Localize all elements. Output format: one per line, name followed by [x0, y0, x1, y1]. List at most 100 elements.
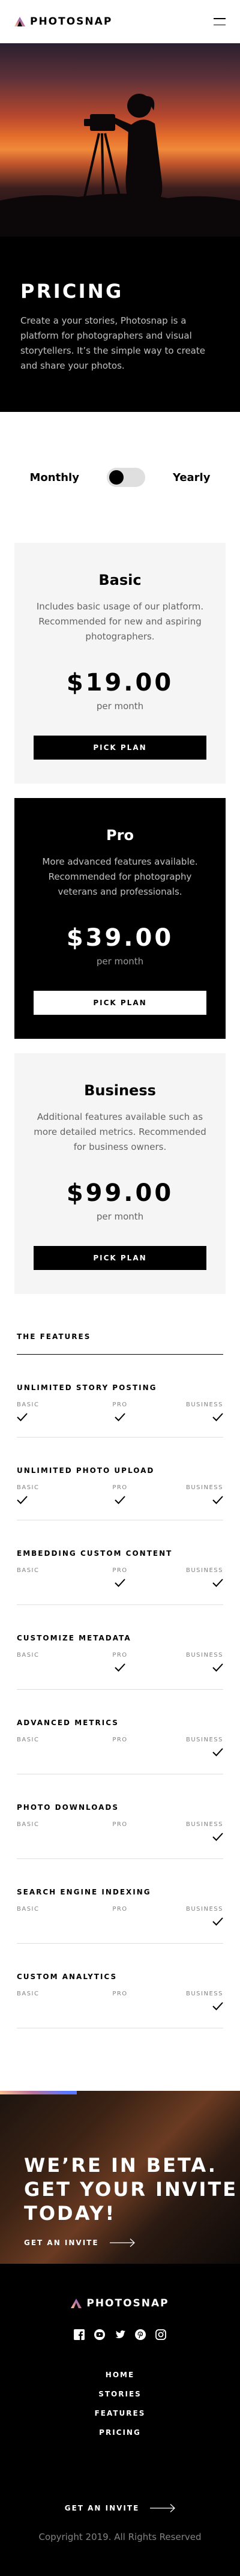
feature-col-pro: PRO	[86, 1991, 155, 2015]
menu-icon[interactable]	[214, 18, 226, 25]
copyright-text: Copyright 2019. All Rights Reserved	[38, 2532, 202, 2542]
feature-col-pro: PRO	[86, 1652, 155, 1676]
plan-column-label: PRO	[112, 1821, 128, 1828]
plan-column-label: BASIC	[17, 1484, 40, 1491]
feature-col-basic: BASIC	[17, 1737, 86, 1761]
footer-nav: HOME STORIES FEATURES PRICING	[0, 2371, 240, 2437]
plan-period: per month	[96, 956, 144, 967]
logo-text: PHOTOSNAP	[30, 16, 113, 28]
footer-get-invite-link[interactable]: GET AN INVITE	[0, 2504, 240, 2512]
feature-row: UNLIMITED STORY POSTING BASIC PRO BUSINESS	[17, 1355, 223, 1438]
check-icon	[212, 1663, 223, 1673]
facebook-icon[interactable]	[73, 2329, 85, 2341]
feature-col-pro: PRO	[86, 1567, 155, 1591]
hero-description: Create a your stories, Photosnap is a pl…	[20, 315, 205, 371]
check-icon	[17, 1412, 28, 1423]
beta-title-line: GET YOUR INVITE	[24, 2178, 238, 2201]
plan-column-label: BUSINESS	[186, 1821, 223, 1828]
monthly-label[interactable]: Monthly	[30, 471, 79, 484]
feature-col-business: BUSINESS	[154, 1567, 223, 1591]
pinterest-icon[interactable]	[134, 2329, 146, 2341]
plan-column-label: BASIC	[17, 1991, 40, 1997]
hero-text: PRICING Create a your stories, Photosnap…	[0, 237, 240, 412]
arrow-right-icon	[150, 2504, 176, 2512]
feature-col-basic: BASIC	[17, 1652, 86, 1676]
plan-price: $39.00	[66, 924, 174, 952]
check-icon	[212, 1412, 223, 1423]
check-icon	[115, 1578, 125, 1589]
page-title: PRICING	[20, 280, 124, 303]
plan-column-label: PRO	[112, 1567, 128, 1574]
feature-col-basic: BASIC	[17, 1401, 86, 1424]
check-icon	[212, 1832, 223, 1843]
plan-column-label: BUSINESS	[186, 1737, 223, 1743]
footer-get-invite-label: GET AN INVITE	[64, 2504, 140, 2512]
plan-column-label: PRO	[112, 1991, 128, 1997]
beta-title: WE’RE IN BETA. GET YOUR INVITE TODAY!	[24, 2153, 238, 2225]
logo-mark-icon	[14, 17, 25, 26]
plan-name: Business	[84, 1082, 156, 1099]
feature-col-pro: PRO	[86, 1737, 155, 1761]
twitter-icon[interactable]	[114, 2329, 126, 2341]
features-table: THE FEATURES UNLIMITED STORY POSTING BASI…	[0, 1308, 240, 2028]
plan-period: per month	[96, 1211, 144, 1222]
plan-column-label: BUSINESS	[186, 1652, 223, 1658]
arrow-right-icon	[109, 2239, 135, 2247]
footer-logo[interactable]: PHOTOSNAP	[0, 2297, 240, 2309]
plan-column-label: BASIC	[17, 1567, 40, 1574]
logo[interactable]: PHOTOSNAP	[14, 16, 112, 28]
social-links	[0, 2329, 240, 2341]
feature-name: UNLIMITED PHOTO UPLOAD	[17, 1466, 155, 1475]
plan-card-basic: Basic Includes basic usage of our platfo…	[14, 543, 226, 784]
beta-title-line: WE’RE IN BETA.	[24, 2154, 217, 2177]
feature-col-business: BUSINESS	[154, 1484, 223, 1507]
beta-banner: WE’RE IN BETA. GET YOUR INVITE TODAY! GE…	[0, 2091, 240, 2264]
get-invite-link[interactable]: GET AN INVITE	[24, 2239, 238, 2247]
check-icon	[115, 1663, 125, 1673]
plan-card-business: Business Additional features available s…	[14, 1053, 226, 1294]
check-icon	[212, 2001, 223, 2012]
check-icon	[17, 1495, 28, 1506]
plan-column-label: BASIC	[17, 1906, 40, 1912]
feature-row: PHOTO DOWNLOADS BASIC PRO BUSINESS	[17, 1774, 223, 1859]
feature-col-business: BUSINESS	[154, 1401, 223, 1424]
plan-column-label: BUSINESS	[186, 1906, 223, 1912]
feature-col-basic: BASIC	[17, 1484, 86, 1507]
footer-nav-features[interactable]: FEATURES	[0, 2409, 240, 2417]
footer-nav-home[interactable]: HOME	[0, 2371, 240, 2379]
pick-plan-business-button[interactable]: PICK PLAN	[34, 1246, 206, 1270]
pick-plan-pro-button[interactable]: PICK PLAN	[34, 991, 206, 1015]
feature-col-pro: PRO	[86, 1484, 155, 1507]
plan-description: Additional features available such as mo…	[34, 1111, 206, 1152]
plan-column-label: PRO	[112, 1652, 128, 1658]
check-icon	[115, 1412, 125, 1423]
feature-col-basic: BASIC	[17, 1991, 86, 2015]
feature-name: CUSTOMIZE METADATA	[17, 1634, 131, 1642]
check-icon	[115, 1495, 125, 1506]
feature-name: CUSTOM ANALYTICS	[17, 1973, 118, 1981]
youtube-icon[interactable]	[94, 2329, 106, 2341]
feature-name: ADVANCED METRICS	[17, 1719, 119, 1727]
feature-col-pro: PRO	[86, 1821, 155, 1845]
plan-column-label: BUSINESS	[186, 1567, 223, 1574]
hero-image	[0, 43, 240, 237]
feature-col-basic: BASIC	[17, 1906, 86, 1930]
check-icon	[212, 1917, 223, 1927]
plan-column-label: BUSINESS	[186, 1991, 223, 1997]
feature-row: CUSTOM ANALYTICS BASIC PRO BUSINESS	[17, 1944, 223, 2028]
yearly-label[interactable]: Yearly	[173, 471, 211, 484]
feature-col-business: BUSINESS	[154, 1652, 223, 1676]
plan-name: Basic	[98, 572, 142, 588]
instagram-icon[interactable]	[155, 2329, 167, 2341]
site-footer: PHOTOSNAP HOME STORIES FEATURES PRICING …	[0, 2264, 240, 2576]
pick-plan-basic-button[interactable]: PICK PLAN	[34, 736, 206, 760]
feature-name: EMBEDDING CUSTOM CONTENT	[17, 1549, 173, 1558]
footer-nav-stories[interactable]: STORIES	[0, 2390, 240, 2398]
feature-name: PHOTO DOWNLOADS	[17, 1803, 119, 1812]
feature-col-pro: PRO	[86, 1906, 155, 1930]
plan-column-label: BUSINESS	[186, 1484, 223, 1491]
plan-column-label: BASIC	[17, 1652, 40, 1658]
billing-toggle[interactable]	[106, 468, 145, 487]
feature-row: SEARCH ENGINE INDEXING BASIC PRO BUSINESS	[17, 1859, 223, 1944]
footer-nav-pricing[interactable]: PRICING	[0, 2428, 240, 2437]
